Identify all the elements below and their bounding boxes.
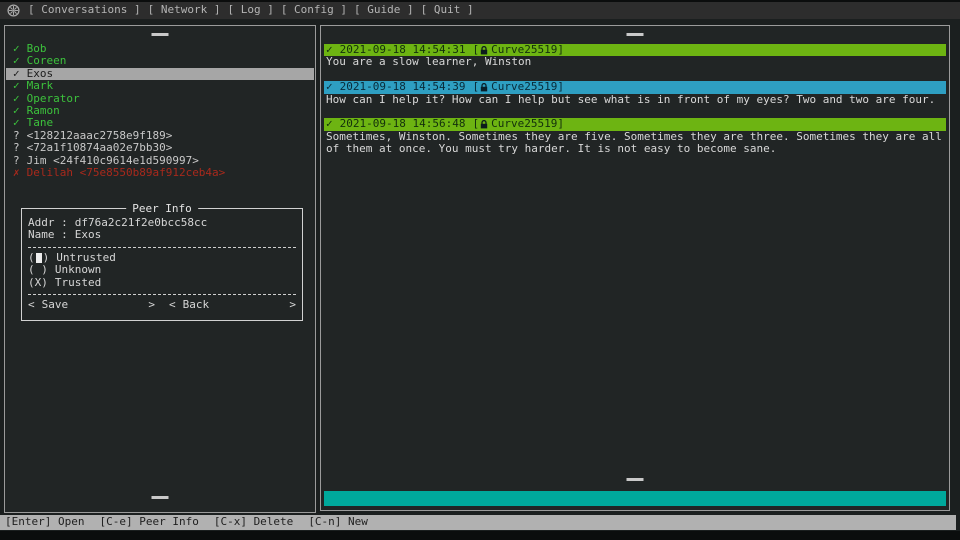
message: ✓ 2021-09-18 14:54:31 [ Curve25519 ] You… [324,44,946,69]
unknown-question-icon: ? [13,129,20,142]
verified-check-icon: ✓ [13,42,20,55]
peer-name-row: Name :Exos [28,229,296,241]
menu-bar: [ Conversations ] [ Network ] [ Log ] [ … [0,2,960,19]
scroll-indicator-bottom [152,496,169,499]
menu-item-network[interactable]: [ Network ] [148,4,221,16]
message-header: ✓ 2021-09-18 14:56:48 [ Curve25519 ] [324,118,946,130]
delivered-check-icon: ✓ [326,118,333,130]
menu-item-config[interactable]: [ Config ] [281,4,347,16]
unknown-question-icon: ? [13,141,20,154]
radio-trusted[interactable]: (X) Trusted [28,277,296,289]
hint-peer-info: [C-e] Peer Info [99,516,198,528]
chat-panel: ✓ 2021-09-18 14:54:31 [ Curve25519 ] You… [320,25,950,511]
lock-icon [480,46,488,55]
lock-icon [480,120,488,129]
scroll-indicator-top [627,33,644,36]
message-text: Sometimes, Winston. Sometimes they are f… [324,131,946,156]
app-logo-icon [7,4,20,17]
hint-delete: [C-x] Delete [214,516,293,528]
peer-name-value: Exos [75,229,102,241]
message-timestamp: 2021-09-18 14:54:39 [340,81,466,93]
message-text: How can I help it? How can I help but se… [324,94,946,106]
unknown-question-icon: ? [13,154,20,167]
menu-item-conversations[interactable]: [ Conversations ] [28,4,141,16]
contact-row-mark[interactable]: ✓Mark [6,80,314,92]
terminal-screen: [ Conversations ] [ Network ] [ Log ] [ … [0,2,960,531]
message-list: ✓ 2021-09-18 14:54:31 [ Curve25519 ] You… [324,44,946,168]
message-input[interactable] [324,491,946,506]
message: ✓ 2021-09-18 14:56:48 [ Curve25519 ] Som… [324,118,946,155]
separator [28,294,296,295]
menu-item-guide[interactable]: [ Guide ] [354,4,414,16]
message: ✓ 2021-09-18 14:54:39 [ Curve25519 ] How… [324,81,946,106]
contact-row-unknown-2[interactable]: ?<72a1f10874aa02e7bb30> [6,142,314,154]
hint-new: [C-n] New [308,516,368,528]
peer-info-dialog: Peer Info Addr :df76a2c21f2e0bcc58cc Nam… [21,208,303,321]
verified-check-icon: ✓ [13,92,20,105]
delivered-check-icon: ✓ [326,81,333,93]
contact-row-delilah-blocked[interactable]: ✗Delilah <75e8550b89af912ceb4a> [6,167,314,179]
back-button[interactable]: <Back> [169,299,296,311]
status-bar: [Enter] Open [C-e] Peer Info [C-x] Delet… [0,515,956,530]
verified-check-icon: ✓ [13,67,20,80]
verified-check-icon: ✓ [13,116,20,129]
contact-row-tane[interactable]: ✓Tane [6,117,314,129]
message-timestamp: 2021-09-18 14:56:48 [340,118,466,130]
peer-addr-row: Addr :df76a2c21f2e0bcc58cc [28,217,296,229]
verified-check-icon: ✓ [13,54,20,67]
save-button[interactable]: <Save> [28,299,155,311]
hint-open: [Enter] Open [5,516,84,528]
menu-item-log[interactable]: [ Log ] [227,4,273,16]
peer-info-title: Peer Info [126,203,198,215]
lock-icon [480,83,488,92]
text-cursor [36,253,42,263]
scroll-indicator-bottom [627,478,644,481]
radio-unknown[interactable]: ( ) Unknown [28,264,296,276]
verified-check-icon: ✓ [13,79,20,92]
cipher-label: Curve25519 [491,118,557,130]
contacts-panel: ✓Bob ✓Coreen ✓Exos ✓Mark ✓Operator ✓Ramo… [4,25,316,513]
contact-list: ✓Bob ✓Coreen ✓Exos ✓Mark ✓Operator ✓Ramo… [6,43,314,179]
message-text: You are a slow learner, Winston [324,56,946,68]
menu-item-quit[interactable]: [ Quit ] [421,4,474,16]
blocked-x-icon: ✗ [13,166,20,179]
verified-check-icon: ✓ [13,104,20,117]
contact-row-coreen[interactable]: ✓Coreen [6,55,314,67]
scroll-indicator-top [152,33,169,36]
separator [28,247,296,248]
cipher-label: Curve25519 [491,81,557,93]
message-header: ✓ 2021-09-18 14:54:39 [ Curve25519 ] [324,81,946,93]
